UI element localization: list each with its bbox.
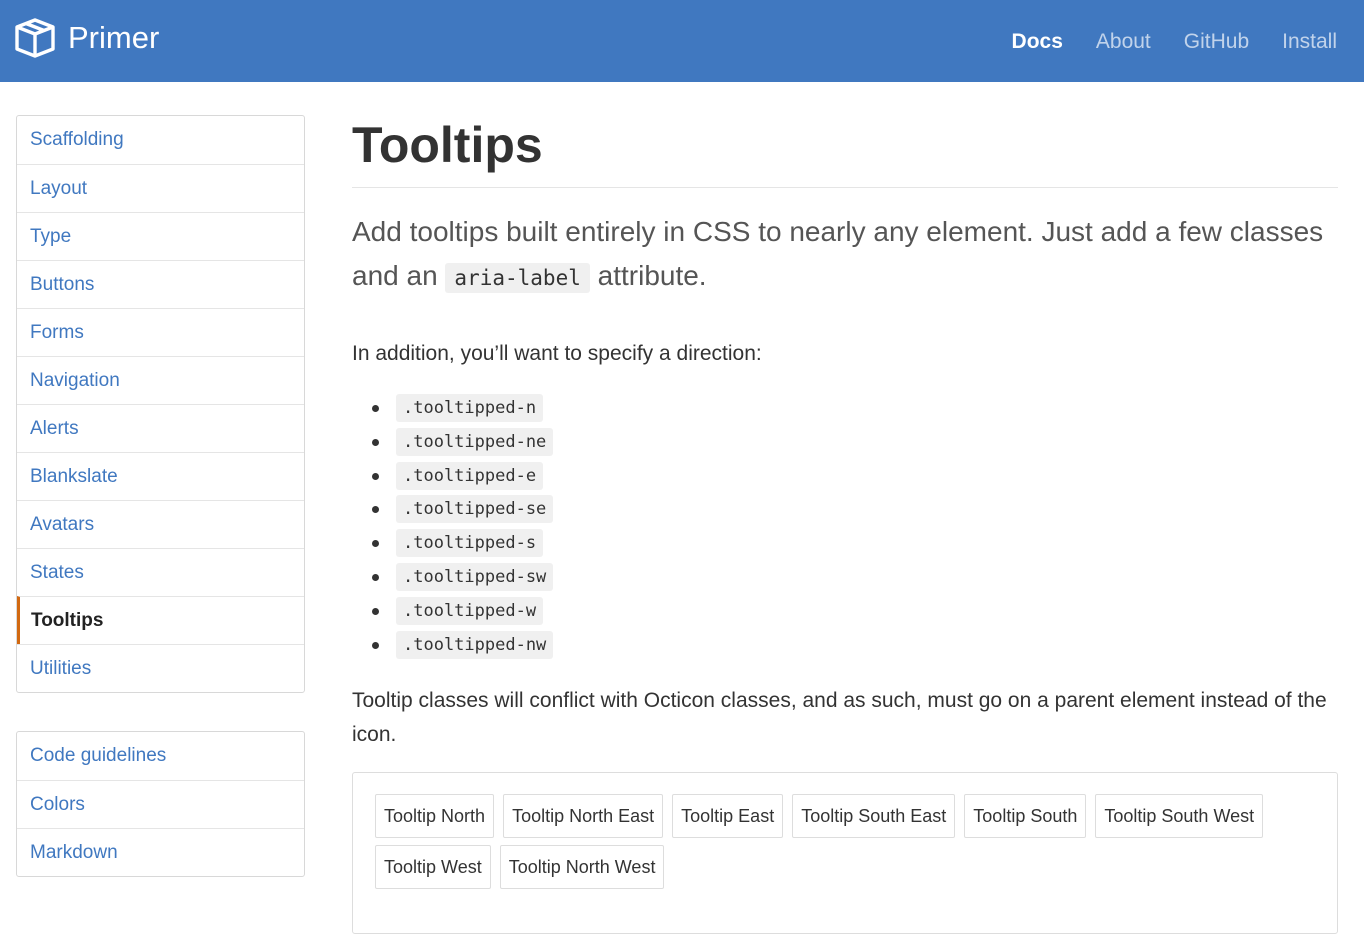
tooltip-north-west-button[interactable]: Tooltip North West — [499, 845, 665, 889]
sidebar-item-utilities[interactable]: Utilities — [17, 644, 304, 692]
title-divider — [352, 187, 1338, 188]
sidebar-primary-menu: Scaffolding Layout Type Buttons Forms Na… — [16, 115, 305, 693]
list-item: .tooltipped-se — [352, 495, 554, 529]
sidebar-item-code-guidelines[interactable]: Code guidelines — [17, 732, 304, 780]
direction-code: .tooltipped-sw — [396, 562, 554, 591]
direction-code: .tooltipped-s — [396, 529, 544, 558]
brand-link[interactable]: Primer — [14, 16, 159, 60]
tooltip-north-east-button[interactable]: Tooltip North East — [503, 794, 664, 838]
sidebar-item-alerts[interactable]: Alerts — [17, 404, 304, 452]
direction-code: .tooltipped-n — [396, 394, 544, 422]
top-nav: Docs About GitHub Install — [979, 22, 1337, 62]
package-icon — [15, 18, 55, 58]
tooltip-south-button[interactable]: Tooltip South — [964, 794, 1087, 838]
lead-code: aria-label — [445, 263, 590, 293]
sidebar-item-buttons[interactable]: Buttons — [17, 260, 304, 308]
list-item: .tooltipped-sw — [352, 562, 554, 597]
sidebar-secondary-menu: Code guidelines Colors Markdown — [16, 731, 305, 877]
direction-code: .tooltipped-w — [396, 596, 544, 625]
list-item: .tooltipped-e — [352, 461, 553, 496]
list-item: .tooltipped-n — [352, 394, 553, 428]
sidebar-item-type[interactable]: Type — [17, 212, 304, 260]
nav-github[interactable]: GitHub — [1184, 22, 1249, 62]
example-button-group: Tooltip North Tooltip North East Tooltip… — [375, 794, 1275, 896]
lead-text-end: attribute. — [589, 260, 707, 291]
tooltip-east-button[interactable]: Tooltip East — [672, 794, 784, 838]
page-title: Tooltips — [352, 117, 543, 173]
sidebar-item-scaffolding[interactable]: Scaffolding — [17, 116, 304, 164]
sidebar-item-blankslate[interactable]: Blankslate — [17, 452, 304, 500]
nav-docs[interactable]: Docs — [1012, 22, 1063, 62]
direction-intro: In addition, you’ll want to specify a di… — [352, 342, 762, 365]
sidebar-item-markdown[interactable]: Markdown — [17, 828, 304, 876]
list-item: .tooltipped-ne — [352, 427, 554, 462]
nav-install[interactable]: Install — [1282, 22, 1337, 62]
list-item: .tooltipped-s — [352, 529, 553, 563]
lead-paragraph: Add tooltips built entirely in CSS to ne… — [352, 210, 1332, 300]
direction-list: .tooltipped-n .tooltipped-ne .tooltipped… — [352, 394, 554, 665]
masthead: Primer Docs About GitHub Install — [0, 0, 1364, 82]
example-box: Tooltip North Tooltip North East Tooltip… — [352, 772, 1338, 934]
sidebar-item-navigation[interactable]: Navigation — [17, 356, 304, 404]
sidebar-item-layout[interactable]: Layout — [17, 164, 304, 212]
sidebar-item-avatars[interactable]: Avatars — [17, 500, 304, 548]
octicon-note: Tooltip classes will conflict with Octic… — [352, 689, 1327, 746]
brand-name: Primer — [68, 20, 160, 55]
sidebar-item-forms[interactable]: Forms — [17, 308, 304, 356]
tooltip-south-west-button[interactable]: Tooltip South West — [1095, 794, 1264, 838]
list-item: .tooltipped-w — [352, 596, 553, 631]
tooltip-north-button[interactable]: Tooltip North — [375, 794, 495, 838]
direction-code: .tooltipped-nw — [396, 630, 554, 659]
direction-code: .tooltipped-ne — [396, 427, 554, 456]
sidebar-item-states[interactable]: States — [17, 548, 304, 596]
direction-code: .tooltipped-e — [396, 461, 544, 490]
tooltip-west-button[interactable]: Tooltip West — [375, 845, 491, 889]
direction-code: .tooltipped-se — [396, 495, 554, 524]
sidebar-item-tooltips[interactable]: Tooltips — [17, 596, 304, 644]
list-item: .tooltipped-nw — [352, 630, 554, 665]
tooltip-south-east-button[interactable]: Tooltip South East — [792, 794, 956, 838]
nav-about[interactable]: About — [1096, 22, 1151, 62]
sidebar-item-colors[interactable]: Colors — [17, 780, 304, 828]
